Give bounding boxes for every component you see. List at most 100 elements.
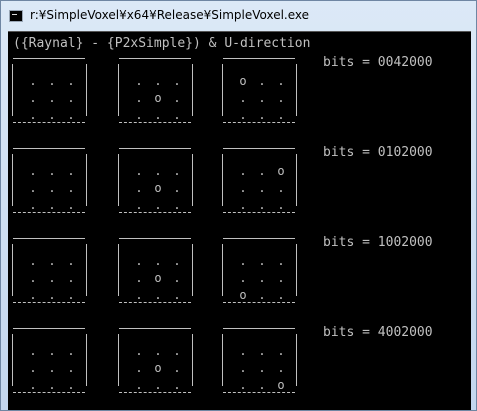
empty-cell-dot: . [48, 198, 56, 212]
empty-cell-dot: . [258, 378, 266, 392]
console-window: r:¥SimpleVoxel¥x64¥Release¥SimpleVoxel.e… [0, 0, 477, 411]
voxel-slice-grid: ......... [11, 235, 87, 305]
grid-side-border [192, 334, 193, 386]
empty-cell-dot: . [173, 108, 181, 122]
empty-cell-dot: . [277, 271, 285, 285]
empty-cell-dot: . [67, 198, 75, 212]
grid-side-border [118, 244, 119, 296]
empty-cell-dot: . [239, 181, 247, 195]
grid-side-border [86, 64, 87, 116]
grid-top-border [119, 148, 191, 149]
empty-cell-dot: . [48, 74, 56, 88]
empty-cell-dot: . [239, 254, 247, 268]
empty-cell-dot: . [48, 361, 56, 375]
empty-cell-dot: . [48, 164, 56, 178]
grid-side-border [86, 244, 87, 296]
empty-cell-dot: . [29, 198, 37, 212]
grid-top-border [13, 58, 85, 59]
empty-cell-dot: . [277, 108, 285, 122]
voxel-slice-grid: .. o...... [221, 145, 297, 215]
empty-cell-dot: . [154, 164, 162, 178]
grid-top-border [119, 328, 191, 329]
bits-label: bits = 4002000 [323, 325, 433, 340]
empty-cell-dot: . [67, 164, 75, 178]
grid-side-border [296, 154, 297, 206]
empty-cell-dot: . [277, 198, 285, 212]
empty-cell-dot: . [258, 271, 266, 285]
console-output[interactable]: ({Raynal} - {P2xSimple}) & U-direction b… [8, 31, 471, 410]
output-header-line: ({Raynal} - {P2xSimple}) & U-direction [13, 36, 311, 51]
empty-cell-dot: . [239, 344, 247, 358]
voxel-slice-grid: ......... [11, 325, 87, 395]
empty-cell-dot: . [239, 108, 247, 122]
empty-cell-dot: . [67, 254, 75, 268]
empty-cell-dot: . [135, 74, 143, 88]
grid-side-border [296, 64, 297, 116]
grid-side-border [86, 334, 87, 386]
empty-cell-dot: . [154, 198, 162, 212]
empty-cell-dot: . [258, 361, 266, 375]
empty-cell-dot: . [135, 288, 143, 302]
empty-cell-dot: . [239, 361, 247, 375]
grid-side-border [296, 244, 297, 296]
empty-cell-dot: . [67, 288, 75, 302]
title-bar[interactable]: r:¥SimpleVoxel¥x64¥Release¥SimpleVoxel.e… [1, 1, 476, 31]
voxel-mark: o [154, 361, 162, 375]
grid-side-border [192, 64, 193, 116]
grid-top-border [223, 148, 295, 149]
empty-cell-dot: . [67, 271, 75, 285]
empty-cell-dot: . [135, 361, 143, 375]
empty-cell-dot: . [154, 344, 162, 358]
empty-cell-dot: . [154, 108, 162, 122]
empty-cell-dot: . [173, 74, 181, 88]
empty-cell-dot: . [154, 288, 162, 302]
empty-cell-dot: . [239, 378, 247, 392]
empty-cell-dot: . [239, 164, 247, 178]
grid-side-border [222, 64, 223, 116]
empty-cell-dot: . [48, 271, 56, 285]
empty-cell-dot: . [29, 254, 37, 268]
empty-cell-dot: . [277, 344, 285, 358]
grid-side-border [86, 154, 87, 206]
voxel-slice-grid: o........ [221, 55, 297, 125]
empty-cell-dot: . [135, 271, 143, 285]
empty-cell-dot: . [239, 271, 247, 285]
bits-label: bits = 0102000 [323, 145, 433, 160]
empty-cell-dot: . [258, 288, 266, 302]
empty-cell-dot: . [239, 91, 247, 105]
empty-cell-dot: . [29, 288, 37, 302]
empty-cell-dot: . [67, 91, 75, 105]
empty-cell-dot: . [29, 344, 37, 358]
empty-cell-dot: . [258, 344, 266, 358]
empty-cell-dot: . [48, 344, 56, 358]
grid-side-border [296, 334, 297, 386]
empty-cell-dot: . [173, 378, 181, 392]
grid-side-border [118, 64, 119, 116]
empty-cell-dot: . [258, 91, 266, 105]
empty-cell-dot: . [135, 198, 143, 212]
grid-top-border [119, 58, 191, 59]
empty-cell-dot: . [29, 378, 37, 392]
voxel-slice-grid: .... o.... [117, 145, 193, 215]
bits-label: bits = 1002000 [323, 235, 433, 250]
empty-cell-dot: . [29, 164, 37, 178]
empty-cell-dot: . [29, 74, 37, 88]
grid-side-border [192, 244, 193, 296]
voxel-mark: o [154, 181, 162, 195]
empty-cell-dot: . [48, 378, 56, 392]
voxel-mark: o [277, 164, 285, 178]
voxel-slice-grid: .... o.... [117, 55, 193, 125]
empty-cell-dot: . [67, 108, 75, 122]
voxel-slice-grid: ......... [11, 145, 87, 215]
voxel-mark: o [154, 91, 162, 105]
empty-cell-dot: . [29, 108, 37, 122]
voxel-slice-grid: .... o.... [117, 235, 193, 305]
bits-label: bits = 0042000 [323, 55, 433, 70]
empty-cell-dot: . [135, 254, 143, 268]
grid-top-border [223, 238, 295, 239]
grid-top-border [119, 238, 191, 239]
empty-cell-dot: . [29, 271, 37, 285]
empty-cell-dot: . [258, 164, 266, 178]
console-app-icon[interactable] [9, 10, 23, 22]
empty-cell-dot: . [135, 378, 143, 392]
